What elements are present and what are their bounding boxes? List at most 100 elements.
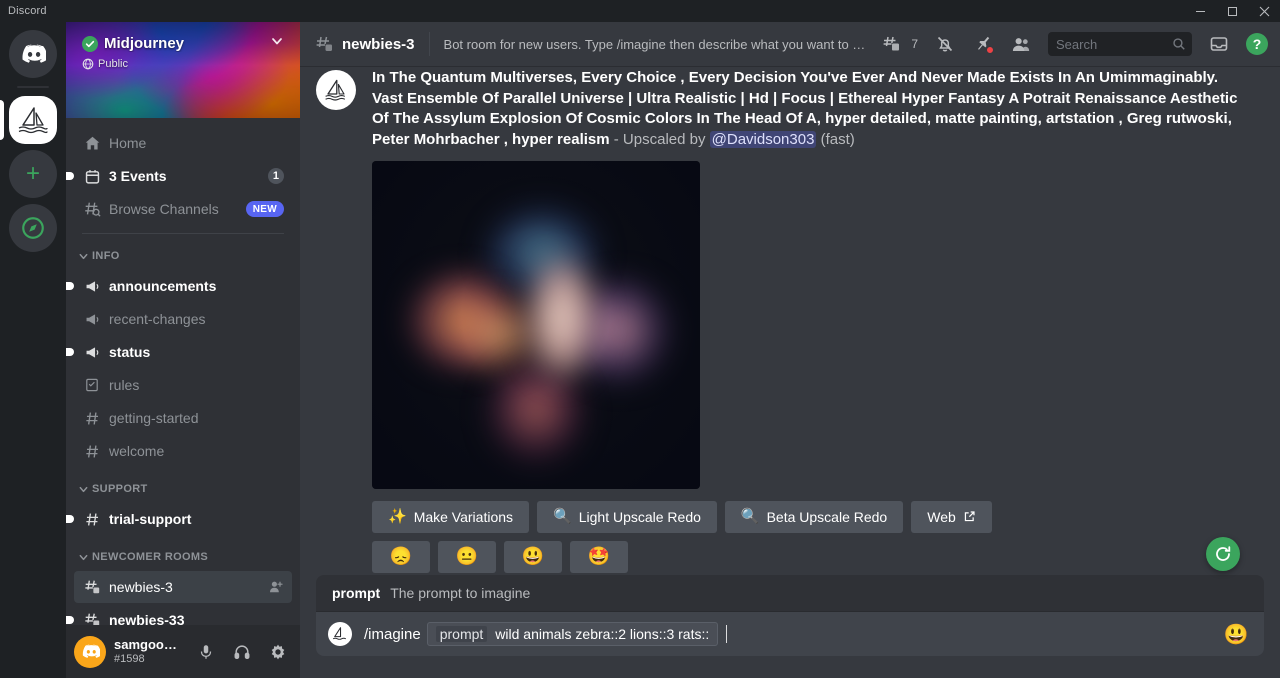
sailboat-icon [9, 96, 57, 144]
composer-text-field[interactable]: /imagine prompt wild animals zebra::2 li… [364, 612, 1212, 656]
emoji-picker-icon[interactable]: 😃 [1224, 622, 1248, 646]
avatar[interactable] [74, 636, 106, 668]
channel-sidebar: Midjourney Public [66, 22, 300, 678]
announcement-icon [82, 309, 102, 329]
maximize-button[interactable] [1216, 0, 1248, 22]
inbox-icon[interactable] [1204, 29, 1234, 59]
make-variations-label: Make Variations [414, 509, 513, 525]
rail-item-add-server[interactable]: + [9, 150, 57, 198]
title-bar: Discord [0, 0, 1280, 22]
sidebar-item-announcements[interactable]: announcements [74, 270, 292, 302]
reaction-sad-emoji: 😞 [390, 546, 412, 567]
hash-icon [82, 408, 102, 428]
command-hint-description: The prompt to imagine [390, 585, 530, 601]
headphones-icon[interactable] [228, 638, 256, 666]
sidebar-item-newbies-33[interactable]: newbies-33 [74, 604, 292, 625]
help-icon[interactable]: ? [1242, 29, 1272, 59]
light-upscale-redo-label: Light Upscale Redo [579, 509, 701, 525]
beta-upscale-redo-button[interactable]: 🔍 Beta Upscale Redo [725, 501, 903, 533]
hash-icon [82, 441, 102, 461]
user-discriminator: #1598 [114, 653, 184, 666]
rail-item-discord-home[interactable] [9, 30, 57, 78]
verified-badge-icon [82, 36, 98, 52]
chevron-down-icon[interactable] [270, 34, 284, 53]
channel-list: Home 3 Events 1 [66, 118, 300, 625]
header-divider [429, 32, 430, 56]
argument-value: wild animals zebra::2 lions::3 rats:: [495, 626, 709, 642]
generated-image[interactable] [372, 161, 700, 489]
plus-icon: + [9, 150, 57, 198]
sidebar-item-home[interactable]: Home [74, 127, 292, 159]
members-icon[interactable] [1006, 29, 1036, 59]
events-badge: 1 [268, 168, 284, 184]
guild-header[interactable]: Midjourney Public [66, 22, 300, 118]
refresh-icon[interactable] [1206, 537, 1240, 571]
server-rail: + [0, 22, 66, 678]
minimize-button[interactable] [1184, 0, 1216, 22]
beta-upscale-redo-label: Beta Upscale Redo [767, 509, 888, 525]
category-info[interactable]: INFO [74, 244, 292, 268]
text-caret [726, 625, 727, 643]
argument-key: prompt [436, 626, 488, 642]
sidebar-divider [82, 233, 284, 234]
external-link-icon [963, 510, 976, 523]
reaction-sad[interactable]: 😞 [372, 541, 430, 573]
make-variations-button[interactable]: ✨ Make Variations [372, 501, 529, 533]
sidebar-item-welcome[interactable]: welcome [74, 435, 292, 467]
reaction-neutral[interactable]: 😐 [438, 541, 496, 573]
discord-window: Discord [0, 0, 1280, 678]
bell-off-icon[interactable] [930, 29, 960, 59]
light-upscale-redo-button[interactable]: 🔍 Light Upscale Redo [537, 501, 717, 533]
sidebar-item-newbies-33-label: newbies-33 [109, 612, 284, 625]
user-avatar [328, 622, 352, 646]
category-newcomer-rooms[interactable]: NEWCOMER ROOMS [74, 545, 292, 569]
reaction-happy[interactable]: 😃 [504, 541, 562, 573]
web-button[interactable]: Web [911, 501, 992, 533]
command-argument-pill[interactable]: prompt wild animals zebra::2 lions::3 ra… [427, 622, 719, 646]
user-name: samgoodw... [114, 638, 184, 653]
compass-icon [9, 204, 57, 252]
app-title: Discord [8, 5, 47, 17]
category-support[interactable]: SUPPORT [74, 477, 292, 501]
sidebar-item-recent-changes-label: recent-changes [109, 311, 284, 327]
reaction-happy-emoji: 😃 [522, 546, 544, 567]
close-button[interactable] [1248, 0, 1280, 22]
sidebar-item-home-label: Home [109, 135, 284, 151]
category-info-label: INFO [92, 250, 120, 262]
user-meta[interactable]: samgoodw... #1598 [114, 638, 184, 666]
chevron-down-icon [78, 552, 89, 563]
sidebar-item-newbies-3[interactable]: newbies-3 [74, 571, 292, 603]
unread-indicator [66, 282, 74, 290]
forum-icon [314, 34, 334, 54]
unread-indicator [66, 348, 74, 356]
user-mention[interactable]: @Davidson303 [710, 131, 817, 148]
threads-icon[interactable] [876, 29, 906, 59]
guild-name: Midjourney [104, 35, 264, 52]
microphone-icon[interactable] [192, 638, 220, 666]
reaction-neutral-emoji: 😐 [456, 546, 478, 567]
sidebar-item-trial-support[interactable]: trial-support [74, 503, 292, 535]
window-body: + Midjourney [0, 22, 1280, 678]
search-input[interactable]: Search [1048, 32, 1192, 56]
sidebar-item-status[interactable]: status [74, 336, 292, 368]
gear-icon[interactable] [264, 638, 292, 666]
midjourney-bot-avatar[interactable] [316, 70, 356, 110]
calendar-icon [82, 166, 102, 186]
sidebar-item-browse-channels[interactable]: Browse Channels NEW [74, 193, 292, 225]
rail-item-midjourney-server[interactable] [9, 96, 57, 144]
add-member-icon[interactable] [268, 579, 284, 595]
pin-icon[interactable] [968, 29, 998, 59]
sidebar-item-events[interactable]: 3 Events 1 [74, 160, 292, 192]
rail-item-explore-servers[interactable] [9, 204, 57, 252]
sidebar-item-browse-channels-label: Browse Channels [109, 201, 239, 217]
composer-input-row[interactable]: /imagine prompt wild animals zebra::2 li… [316, 612, 1264, 656]
sidebar-item-recent-changes[interactable]: recent-changes [74, 303, 292, 335]
reaction-star-struck[interactable]: 🤩 [570, 541, 628, 573]
sparkles-icon: ✨ [388, 509, 407, 524]
user-panel: samgoodw... #1598 [66, 625, 300, 678]
forum-icon [82, 577, 102, 597]
sidebar-item-getting-started[interactable]: getting-started [74, 402, 292, 434]
message-reactions: 😞 😐 😃 🤩 [372, 541, 1248, 573]
category-newcomer-rooms-label: NEWCOMER ROOMS [92, 551, 208, 563]
sidebar-item-rules[interactable]: rules [74, 369, 292, 401]
